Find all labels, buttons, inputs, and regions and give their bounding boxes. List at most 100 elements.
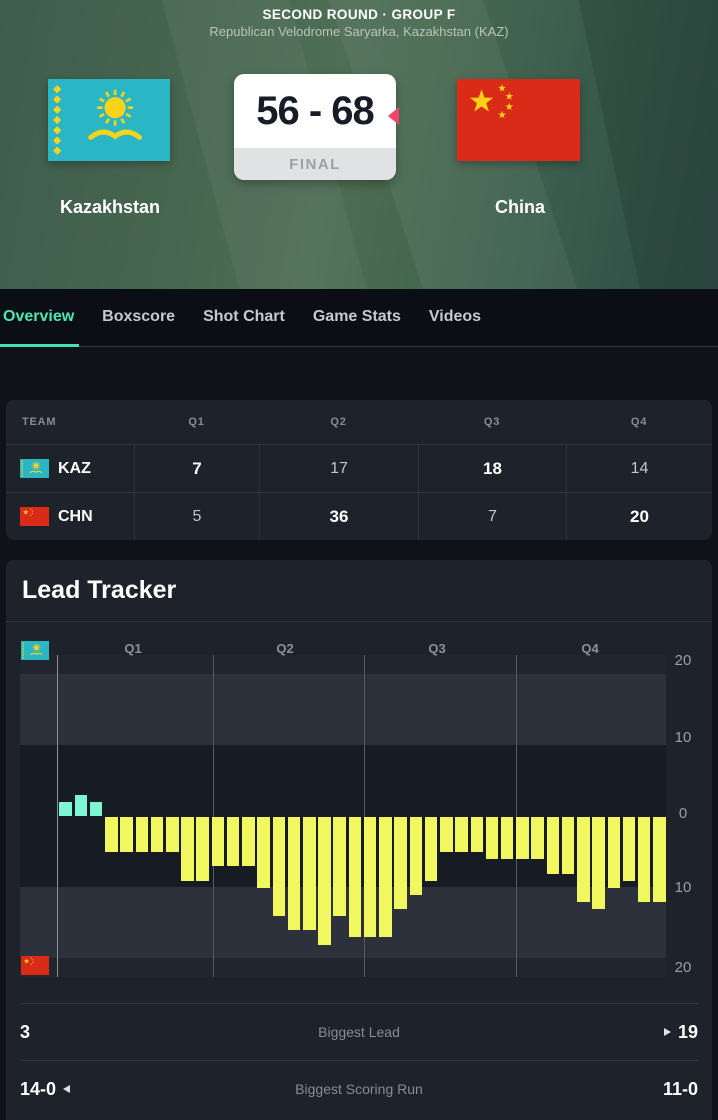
- chart-q4-label: Q4: [514, 641, 666, 656]
- lead-bar: [516, 817, 529, 860]
- biggest-run-home-value: 14-0: [20, 1079, 56, 1100]
- lead-bar: [166, 817, 179, 853]
- lead-tracker-title: Lead Tracker: [6, 560, 712, 621]
- lead-bar: [623, 817, 636, 881]
- lead-bar: [364, 817, 377, 938]
- lead-bar: [212, 817, 225, 867]
- chn-q1-score: 5: [134, 493, 259, 540]
- biggest-lead-label: Biggest Lead: [140, 1024, 578, 1040]
- lead-bar: [577, 817, 590, 902]
- lead-tracker-chart: Q1 Q2 Q3 Q4 20 10 0 10 20: [6, 622, 712, 987]
- lead-bar: [471, 817, 484, 853]
- y-tick-10-top: 10: [666, 729, 700, 746]
- column-header-q2: Q2: [259, 416, 418, 428]
- lead-bar: [196, 817, 209, 881]
- lead-bar: [151, 817, 164, 853]
- lead-bar: [318, 817, 331, 945]
- lead-bar: [75, 795, 88, 816]
- chart-q3-label: Q3: [361, 641, 513, 656]
- biggest-lead-away-value: 19: [678, 1022, 698, 1043]
- lead-bar: [120, 817, 133, 853]
- lead-bar: [349, 817, 362, 938]
- lead-bar: [547, 817, 560, 874]
- lead-bar: [562, 817, 575, 874]
- biggest-run-label: Biggest Scoring Run: [140, 1081, 578, 1097]
- table-row-chn: CHN 5 36 7 20: [6, 492, 712, 540]
- lead-marker-right-icon: [664, 1028, 671, 1036]
- china-flag-mini: [21, 956, 49, 975]
- china-flag-small: [20, 507, 49, 526]
- lead-bar: [379, 817, 392, 938]
- chn-q2-score: 36: [259, 493, 418, 540]
- team-cell: CHN: [6, 493, 134, 540]
- lead-bar: [273, 817, 286, 916]
- tab-overview[interactable]: Overview: [0, 289, 79, 347]
- tab-game-stats[interactable]: Game Stats: [308, 289, 406, 347]
- kazakhstan-flag: [48, 79, 170, 161]
- kazakhstan-flag-mini: [21, 641, 49, 660]
- venue: Republican Velodrome Saryarka, Kazakhsta…: [0, 24, 718, 39]
- kaz-q1-score: 7: [134, 445, 259, 492]
- score-card: 56 - 68 FINAL: [234, 74, 396, 180]
- chart-q1-label: Q1: [57, 641, 209, 656]
- tab-videos[interactable]: Videos: [424, 289, 486, 347]
- lead-tracker-plot: [57, 655, 667, 977]
- lead-bar: [105, 817, 118, 853]
- away-team-name: China: [400, 197, 640, 218]
- kazakhstan-flag-small: [20, 459, 49, 478]
- quarter-scores-table: TEAM Q1 Q2 Q3 Q4 KAZ 7 17 18 14 CHN 5 36…: [6, 400, 712, 540]
- biggest-run-away: 11-0: [578, 1079, 698, 1100]
- tab-boxscore[interactable]: Boxscore: [97, 289, 180, 347]
- lead-bar: [638, 817, 651, 902]
- column-header-team: TEAM: [6, 416, 134, 428]
- chart-q2-label: Q2: [209, 641, 361, 656]
- game-header: SECOND ROUND · GROUP F Republican Velodr…: [0, 0, 718, 289]
- final-score: 56 - 68: [234, 74, 396, 148]
- china-flag: [457, 79, 580, 161]
- lead-bar: [288, 817, 301, 931]
- kaz-q3-score: 18: [418, 445, 566, 492]
- lead-bar: [455, 817, 468, 853]
- lead-bar: [501, 817, 514, 860]
- game-status: FINAL: [234, 148, 396, 180]
- table-row-kaz: KAZ 7 17 18 14: [6, 444, 712, 492]
- table-header-row: TEAM Q1 Q2 Q3 Q4: [6, 400, 712, 444]
- kaz-q2-score: 17: [259, 445, 418, 492]
- biggest-lead-row: 3 Biggest Lead 19: [6, 1004, 712, 1060]
- column-header-q1: Q1: [134, 416, 259, 428]
- run-marker-left-icon: [63, 1085, 70, 1093]
- lead-bar: [425, 817, 438, 881]
- lead-bar: [486, 817, 499, 860]
- lead-bar: [333, 817, 346, 916]
- lead-bar: [608, 817, 621, 888]
- lead-bar: [592, 817, 605, 909]
- column-header-q3: Q3: [418, 416, 566, 428]
- y-tick-20-top: 20: [666, 652, 700, 669]
- team-code: CHN: [58, 508, 93, 526]
- kaz-q4-score: 14: [566, 445, 712, 492]
- biggest-run-row: 14-0 Biggest Scoring Run 11-0: [6, 1061, 712, 1117]
- y-tick-20-bottom: 20: [666, 959, 700, 976]
- biggest-lead-home: 3: [20, 1022, 140, 1043]
- round-title: SECOND ROUND · GROUP F: [0, 7, 718, 22]
- chn-q3-score: 7: [418, 493, 566, 540]
- lead-bar: [303, 817, 316, 931]
- biggest-run-home: 14-0: [20, 1079, 140, 1100]
- lead-bar: [653, 817, 666, 902]
- biggest-run-away-value: 11-0: [663, 1079, 698, 1100]
- lead-bar: [394, 817, 407, 909]
- lead-tracker-card: Lead Tracker Q1 Q2 Q3 Q4 20 10 0 10 20 3…: [6, 560, 712, 1120]
- lead-bar: [181, 817, 194, 881]
- home-team-name: Kazakhstan: [0, 197, 230, 218]
- y-tick-10-bottom: 10: [666, 879, 700, 896]
- lead-bar: [59, 802, 72, 816]
- lead-bar: [242, 817, 255, 867]
- lead-bar: [90, 802, 103, 816]
- lead-bar: [410, 817, 423, 895]
- column-header-q4: Q4: [566, 416, 712, 428]
- lead-bar: [136, 817, 149, 853]
- chn-q4-score: 20: [566, 493, 712, 540]
- biggest-lead-home-value: 3: [20, 1022, 30, 1043]
- tab-shot-chart[interactable]: Shot Chart: [198, 289, 290, 347]
- lead-bar: [257, 817, 270, 888]
